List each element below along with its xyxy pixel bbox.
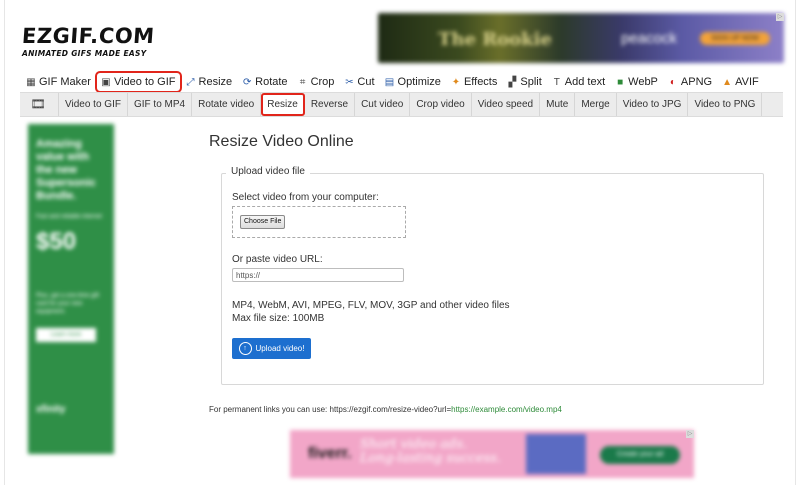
ad-bottom-cta[interactable]: Create your ad [600, 446, 680, 464]
ad-top-cta[interactable]: SIGN UP NOW [700, 32, 770, 45]
rotate-icon: ⟳ [242, 76, 252, 88]
nav-optimize[interactable]: ▤ Optimize [381, 73, 445, 91]
ad-choices-icon[interactable]: ▷ [776, 13, 784, 21]
permanent-links-note: For permanent links you can use: https:/… [209, 405, 562, 414]
upload-video-button[interactable]: ↑ Upload video! [232, 338, 311, 359]
nav-label: Add text [564, 76, 606, 88]
avif-icon: ▲ [722, 76, 733, 88]
nav-label: WebP [628, 76, 658, 88]
logo-text: EZGIF.COM [21, 24, 156, 48]
nav-split[interactable]: ▞ Split [503, 73, 545, 91]
nav-video-to-gif[interactable]: ▣ Video to GIF [94, 71, 182, 93]
video-url-input[interactable]: https:// [232, 268, 404, 282]
page-title: Resize Video Online [209, 133, 354, 150]
nav-effects[interactable]: ✦ Effects [447, 73, 501, 91]
ad-left-cta[interactable]: Learn more [36, 328, 96, 342]
nav-label: Resize [198, 76, 233, 88]
video-icon: ▣ [101, 76, 111, 88]
nav-label: Optimize [397, 76, 441, 88]
nav-label: Split [520, 76, 542, 88]
ad-bottom-image [526, 434, 586, 474]
nav-label: Rotate [255, 76, 288, 88]
gif-icon: ▦ [26, 76, 36, 88]
ad-left-subline: Fast and reliable internet [36, 214, 103, 220]
ad-left-body: Plus, get a one-time gift card for your … [36, 293, 100, 315]
ad-bottom-copy: Short video ads. Long-lasting success. [360, 438, 501, 466]
webp-icon: ■ [617, 76, 624, 88]
nav-rotate[interactable]: ⟳ Rotate [238, 73, 291, 91]
subnav-mute[interactable]: Mute [540, 93, 576, 116]
nav-add-text[interactable]: T Add text [548, 73, 609, 91]
apng-icon: ◐ [669, 76, 676, 88]
supported-formats-text: MP4, WebM, AVI, MPEG, FLV, MOV, 3GP and … [232, 300, 510, 311]
choose-file-button[interactable]: Choose File [240, 215, 286, 229]
url-label: Or paste video URL: [232, 254, 323, 265]
left-sidebar-ad[interactable]: Amazing value with the new Supersonic Bu… [28, 124, 114, 454]
subnav-video-to-gif[interactable]: Video to GIF [59, 93, 128, 116]
select-file-label: Select video from your computer: [232, 192, 379, 203]
optimize-icon: ▤ [384, 76, 395, 88]
subnav-rotate-video[interactable]: Rotate video [192, 93, 262, 116]
nav-avif[interactable]: ▲ AVIF [718, 73, 763, 91]
sub-nav: 🎞 Video to GIF GIF to MP4 Rotate video R… [20, 92, 783, 117]
ad-bottom-line2: Long-lasting success. [360, 451, 502, 466]
resize-icon: ⤢ [186, 76, 195, 88]
subnav-cut-video[interactable]: Cut video [355, 93, 411, 116]
nav-gif-maker[interactable]: ▦ GIF Maker [22, 73, 95, 91]
main-nav: ▦ GIF Maker ▣ Video to GIF ⤢ Resize ⟳ Ro… [22, 71, 765, 93]
permanent-links-prefix: For permanent links you can use: https:/… [209, 405, 452, 414]
ad-left-brand: xfinity [36, 404, 66, 415]
nav-cut[interactable]: ✂ Cut [340, 73, 378, 91]
ad-left-price: $50 [36, 228, 77, 255]
ad-bottom-line1: Short video ads. [360, 437, 468, 452]
nav-label: Video to GIF [113, 76, 176, 88]
subnav-resize[interactable]: Resize [261, 93, 305, 116]
nav-label: APNG [680, 76, 713, 88]
upload-cloud-icon: ↑ [238, 342, 252, 355]
nav-webp[interactable]: ■ WebP [611, 73, 662, 91]
text-icon: T [553, 76, 560, 88]
permanent-links-example[interactable]: https://example.com/video.mp4 [451, 405, 562, 414]
nav-label: Crop [310, 76, 335, 88]
nav-crop[interactable]: ⌗ Crop [294, 73, 339, 91]
nav-label: GIF Maker [39, 76, 91, 88]
upload-button-label: Upload video! [255, 344, 305, 353]
subnav-video-speed[interactable]: Video speed [472, 93, 541, 116]
nav-apng[interactable]: ◐ APNG [664, 73, 716, 91]
subnav-merge[interactable]: Merge [575, 93, 617, 116]
nav-label: AVIF [735, 76, 759, 88]
subnav-gif-to-mp4[interactable]: GIF to MP4 [128, 93, 193, 116]
subnav-video-to-jpg[interactable]: Video to JPG [617, 93, 689, 116]
ad-top-title: The Rookie [438, 29, 552, 50]
effects-icon: ✦ [451, 76, 461, 88]
logo-tagline: ANIMATED GIFS MADE EASY [22, 49, 147, 58]
split-icon: ▞ [508, 76, 517, 88]
ad-top-brand: peacock [621, 30, 677, 47]
subnav-reverse[interactable]: Reverse [305, 93, 356, 116]
subnav-crop-video[interactable]: Crop video [410, 93, 472, 116]
nav-label: Cut [357, 76, 375, 88]
top-banner-ad[interactable]: The Rookie peacock SIGN UP NOW [378, 13, 784, 63]
ad-choices-icon[interactable]: ▷ [686, 430, 694, 438]
bottom-banner-ad[interactable]: fiverr. Short video ads. Long-lasting su… [290, 430, 694, 478]
fieldset-legend: Upload video file [226, 166, 310, 177]
film-icon: 🎞 [20, 93, 59, 116]
ad-left-headline: Amazing value with the new Supersonic Bu… [36, 138, 96, 202]
nav-label: Effects [463, 76, 498, 88]
max-size-text: Max file size: 100MB [232, 313, 325, 324]
crop-icon: ⌗ [299, 76, 306, 88]
nav-resize[interactable]: ⤢ Resize [182, 73, 237, 91]
subnav-video-to-png[interactable]: Video to PNG [688, 93, 763, 116]
cut-icon: ✂ [345, 76, 354, 88]
site-logo[interactable]: EZGIF.COM ANIMATED GIFS MADE EASY [21, 24, 156, 58]
ad-bottom-brand: fiverr. [308, 445, 352, 462]
